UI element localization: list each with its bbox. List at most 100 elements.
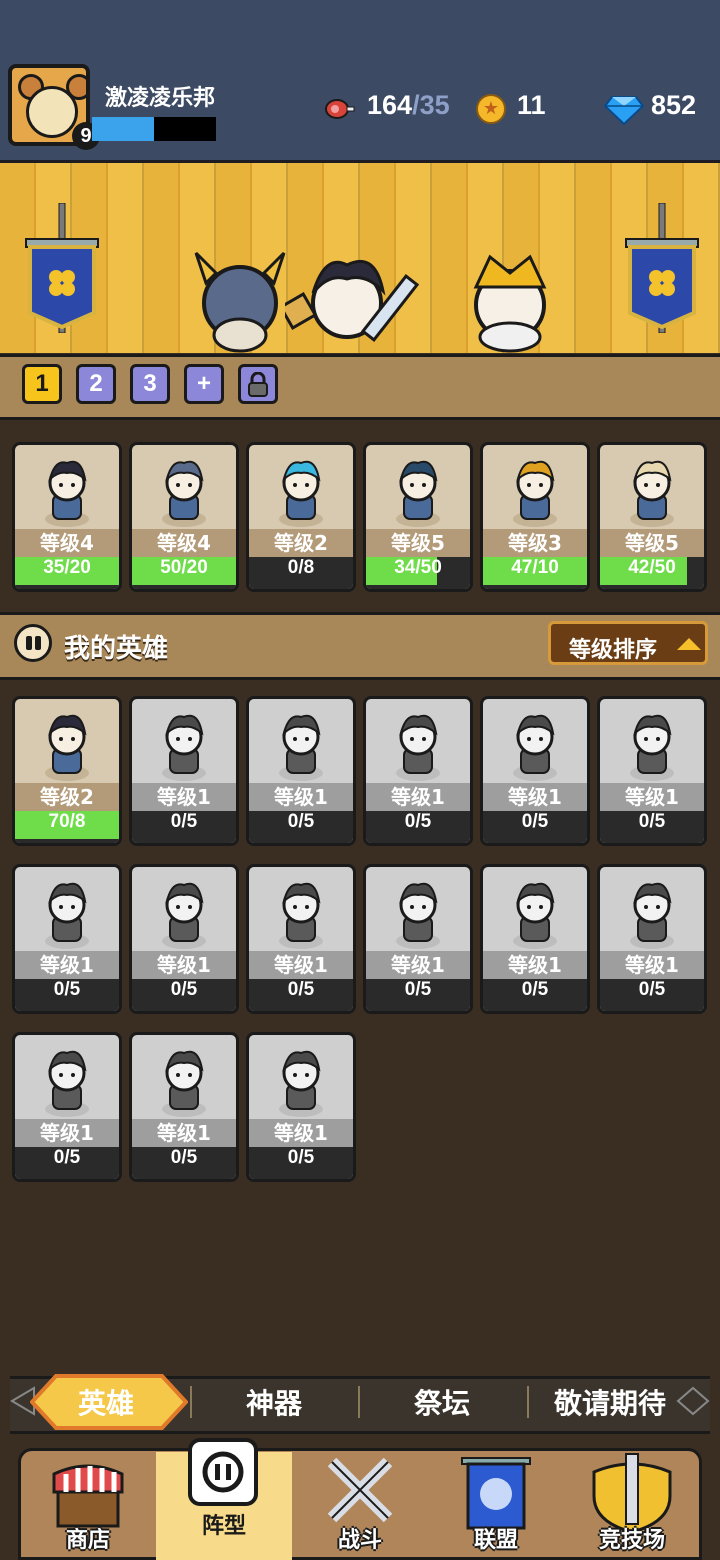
hero-card[interactable]: 等级1 0/5 [129, 696, 239, 846]
hero-portrait [630, 882, 674, 949]
team-tab-1[interactable]: 1 [22, 364, 62, 404]
hero-portrait [513, 460, 557, 527]
arena-shield-icon [592, 1453, 672, 1534]
hero-shard-count: 35/20 [43, 557, 91, 578]
hero-shard-bar: 0/5 [15, 1147, 119, 1179]
team-tab-add[interactable]: + [184, 364, 224, 404]
sort-label: 等级排序 [569, 638, 658, 663]
hero-portrait [396, 714, 440, 781]
hero-shard-count: 0/5 [170, 979, 198, 1000]
hero-shard-count: 0/5 [404, 811, 432, 832]
nav-alliance-label: 联盟 [473, 1528, 518, 1553]
hero-card[interactable]: 等级1 0/5 [363, 864, 473, 1014]
hero-shard-count: 0/5 [287, 1147, 315, 1168]
hero-card[interactable]: 等级1 0/5 [246, 696, 356, 846]
team-tab-2[interactable]: 2 [76, 364, 116, 404]
hero-level: 等级1 [600, 783, 704, 811]
chevron-up-icon [677, 638, 701, 650]
hero-card[interactable]: 等级1 0/5 [12, 1032, 122, 1182]
hero-shard-count: 42/50 [628, 557, 676, 578]
hero-card[interactable]: 等级5 42/50 [597, 442, 707, 592]
sub-tab-artifacts[interactable]: 神器 [246, 1382, 302, 1422]
team-tab-locked[interactable] [238, 364, 278, 404]
hero-card[interactable]: 等级1 0/5 [597, 696, 707, 846]
nav-battle[interactable]: 战斗 [292, 1452, 428, 1560]
hero-portrait [45, 714, 89, 781]
hero-level: 等级1 [132, 1119, 236, 1147]
viking-hero-sprite[interactable] [190, 243, 290, 353]
hero-card[interactable]: 等级1 0/5 [480, 864, 590, 1014]
hero-level: 等级3 [483, 529, 587, 557]
xp-bar-fill [92, 117, 154, 141]
hero-shard-count: 0/5 [170, 811, 198, 832]
sub-tab-coming-soon[interactable]: 敬请期待 [554, 1382, 666, 1422]
hero-shard-bar: 0/5 [132, 1147, 236, 1179]
nav-alliance[interactable]: 联盟 [428, 1452, 564, 1560]
hero-portrait [162, 460, 206, 527]
xp-bar [92, 117, 216, 141]
sub-tab-altar[interactable]: 祭坛 [414, 1382, 470, 1422]
hero-card[interactable]: 等级2 70/8 [12, 696, 122, 846]
hero-shard-bar: 34/50 [366, 557, 470, 589]
hero-card[interactable]: 等级4 35/20 [12, 442, 122, 592]
hero-shard-bar: 35/20 [15, 557, 119, 589]
hero-card[interactable]: 等级3 47/10 [480, 442, 590, 592]
hero-card[interactable]: 等级5 34/50 [363, 442, 473, 592]
divider [358, 1386, 360, 1418]
hero-card[interactable]: 等级1 0/5 [246, 864, 356, 1014]
hero-portrait [279, 714, 323, 781]
hero-shard-count: 70/8 [48, 811, 86, 832]
hero-level: 等级1 [249, 1119, 353, 1147]
golden-king-hero-sprite[interactable] [450, 243, 580, 353]
nav-arena[interactable]: 竞技场 [564, 1452, 700, 1560]
hero-portrait [45, 882, 89, 949]
hero-shard-count: 50/20 [160, 557, 208, 578]
hero-shard-count: 0/5 [638, 979, 666, 1000]
hero-shard-count: 0/5 [53, 1147, 81, 1168]
hero-portrait [45, 460, 89, 527]
player-name: 激凌凌乐邦 [105, 86, 216, 111]
hero-card[interactable]: 等级1 0/5 [129, 864, 239, 1014]
hero-level: 等级1 [15, 1119, 119, 1147]
hero-portrait [45, 1050, 89, 1117]
sort-by-level-button[interactable]: 等级排序 [548, 621, 708, 665]
hero-portrait [279, 460, 323, 527]
hero-shard-bar: 0/5 [600, 979, 704, 1011]
hero-shard-bar: 0/5 [366, 979, 470, 1011]
hero-shard-bar: 0/5 [366, 811, 470, 843]
hero-shard-count: 0/5 [521, 811, 549, 832]
hero-portrait [396, 882, 440, 949]
formation-scene [0, 163, 720, 353]
hero-shard-count: 47/10 [511, 557, 559, 578]
nav-shop[interactable]: 商店 [20, 1452, 156, 1560]
hero-card[interactable]: 等级1 0/5 [363, 696, 473, 846]
hero-portrait [513, 882, 557, 949]
nav-battle-label: 战斗 [337, 1528, 382, 1553]
hero-card[interactable]: 等级4 50/20 [129, 442, 239, 592]
hero-shard-count: 0/5 [53, 979, 81, 1000]
swordsman-hero-sprite[interactable] [285, 243, 425, 353]
hero-shard-bar: 0/5 [15, 979, 119, 1011]
hero-card[interactable]: 等级2 0/8 [246, 442, 356, 592]
hero-level: 等级1 [483, 951, 587, 979]
nav-formation[interactable]: 阵型 [156, 1438, 292, 1560]
right-banner-flag [625, 203, 699, 333]
hero-shard-count: 0/8 [287, 557, 315, 578]
nav-formation-label: 阵型 [201, 1514, 246, 1539]
coin-icon: ★ [476, 94, 506, 124]
sub-tab-heroes[interactable]: 英雄 [78, 1382, 134, 1422]
hero-shard-bar: 0/5 [600, 811, 704, 843]
hero-level: 等级1 [600, 951, 704, 979]
hero-shard-bar: 70/8 [15, 811, 119, 843]
hero-card[interactable]: 等级1 0/5 [597, 864, 707, 1014]
hero-shard-count: 0/5 [404, 979, 432, 1000]
hero-shard-count: 0/5 [638, 811, 666, 832]
hero-card[interactable]: 等级1 0/5 [480, 696, 590, 846]
diamond-right-icon[interactable] [676, 1386, 710, 1416]
team-tab-3[interactable]: 3 [130, 364, 170, 404]
hero-card[interactable]: 等级1 0/5 [246, 1032, 356, 1182]
hero-card[interactable]: 等级1 0/5 [129, 1032, 239, 1182]
hero-level: 等级4 [15, 529, 119, 557]
hero-shard-count: 0/5 [170, 1147, 198, 1168]
hero-card[interactable]: 等级1 0/5 [12, 864, 122, 1014]
